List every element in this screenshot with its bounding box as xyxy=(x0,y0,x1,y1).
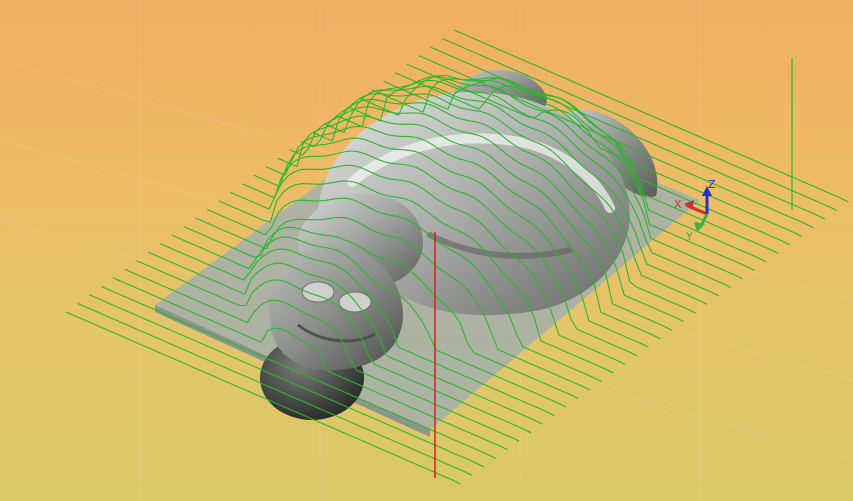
triad-y-label: Y xyxy=(685,230,693,243)
axis-triad[interactable]: X Y Z xyxy=(674,178,716,243)
toolpath-scene[interactable]: X Y Z xyxy=(0,0,853,501)
triad-x-label: X xyxy=(674,198,682,211)
cam-3d-viewport[interactable]: X Y Z xyxy=(0,0,853,501)
triad-z-label: Z xyxy=(708,178,716,191)
